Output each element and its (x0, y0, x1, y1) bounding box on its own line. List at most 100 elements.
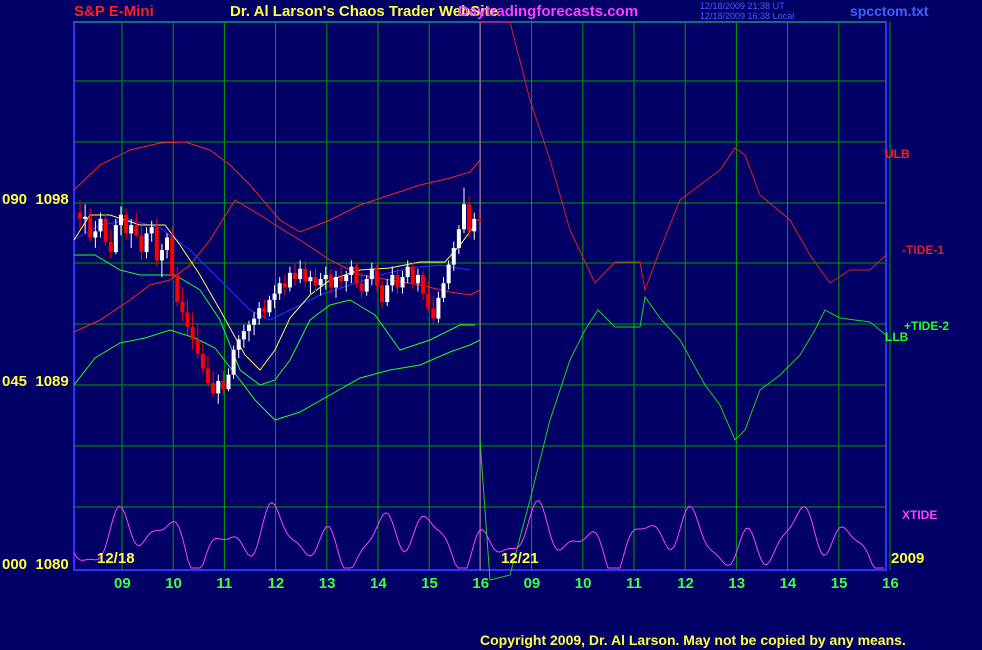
price-bar-body (113, 225, 118, 253)
price-bar-body (328, 274, 333, 288)
series-label-xtide: XTIDE (902, 508, 937, 522)
price-bar-body (211, 383, 216, 394)
price-bar-body (231, 349, 236, 375)
timestamp-local: 12/18/2009 16:38 Local (700, 11, 794, 21)
price-bar-body (451, 247, 456, 265)
x-tick-label: 15 (421, 575, 438, 592)
price-bar-body (272, 293, 277, 300)
y-tick-1080: 000 1080 (2, 556, 69, 573)
price-bar-body (308, 277, 313, 282)
price-bar-body (374, 268, 379, 286)
price-bar-body (236, 339, 241, 350)
price-bar-body (323, 274, 328, 280)
price-bar-body (436, 297, 441, 319)
price-bar-body (246, 324, 251, 332)
price-bar-body (405, 266, 410, 278)
lower-red-band (73, 199, 481, 333)
price-bar-body (241, 331, 246, 340)
price-bar-body (262, 308, 267, 313)
price-bar-body (349, 266, 354, 275)
price-bar-body (400, 277, 405, 288)
date-label-1218: 12/18 (97, 550, 135, 567)
x-tick-label: 09 (524, 575, 541, 592)
price-bar-body (185, 312, 190, 327)
price-bar-body (334, 277, 338, 288)
x-tick-label: 12 (677, 575, 694, 592)
price-bar-body (277, 283, 282, 294)
price-bar-body (472, 218, 477, 232)
y-tick-1098: 090 1098 (2, 191, 69, 208)
price-bar-body (359, 283, 364, 292)
price-bar-body (339, 277, 344, 282)
y-tick-1089: 045 1089 (2, 373, 69, 390)
x-tick-label: 14 (370, 575, 387, 592)
price-bar-body (149, 227, 154, 234)
price-bar-body (318, 279, 323, 286)
price-bar-body (415, 274, 420, 284)
series-label-llb: LLB (885, 330, 909, 344)
price-bar-body (195, 339, 200, 354)
price-bar-body (303, 268, 308, 282)
price-bar-body (252, 318, 257, 325)
price-bar-body (206, 368, 210, 383)
price-bar-body (380, 285, 385, 302)
x-tick-label: 11 (216, 575, 232, 592)
symbol-label: S&P E-Mini (74, 3, 154, 20)
price-bar-body (98, 218, 103, 232)
price-bar-body (139, 235, 144, 253)
price-bar-body (446, 264, 451, 284)
price-bar-body (170, 237, 175, 275)
x-tick-label: 09 (114, 575, 131, 592)
price-bar-body (467, 204, 472, 232)
price-bar-body (385, 285, 390, 302)
x-tick-label: 14 (780, 575, 797, 592)
price-bar-body (287, 272, 292, 288)
tide-1-line (480, 21, 887, 292)
price-bar-body (395, 274, 400, 288)
price-bar-body (118, 214, 123, 226)
website-label: Daytradingforecasts.com (458, 3, 638, 20)
price-bar-body (477, 218, 482, 221)
tide-2-line (479, 295, 887, 581)
price-bar-body (431, 308, 436, 319)
price-bar-body (216, 380, 221, 394)
price-bar-body (421, 274, 426, 294)
chart: S&P E-Mini Dr. Al Larson's Chaos Trader … (2, 1, 949, 648)
x-tick-label: 12 (268, 575, 285, 592)
price-bar-body (200, 353, 205, 369)
timestamp-ut: 12/18/2009 21:38 UT (700, 1, 785, 11)
grid (73, 21, 891, 571)
year-label: 2009 (891, 550, 924, 567)
price-bar-body (221, 380, 226, 390)
ulb-line (73, 141, 481, 233)
price-bar-body (154, 227, 159, 261)
price-bar-body (364, 279, 369, 292)
price-bar-body (441, 283, 446, 298)
price-bar-body (175, 274, 180, 302)
price-bar-body (390, 274, 395, 286)
price-bar-body (298, 268, 303, 280)
price-bar-body (410, 266, 415, 284)
price-bar-body (313, 277, 318, 286)
x-tick-label: 13 (728, 575, 745, 592)
price-bar-body (354, 266, 359, 284)
price-bar-body (344, 274, 349, 282)
filename-label: spcctom.txt (850, 3, 929, 19)
price-bar-body (293, 272, 298, 280)
xtide-line (73, 500, 884, 569)
price-bar-body (144, 233, 149, 253)
x-tick-label: 15 (831, 575, 848, 592)
price-bar-body (78, 212, 82, 219)
price-bar-body (267, 299, 272, 313)
price-bar-body (88, 216, 93, 238)
price-bar-body (134, 225, 139, 236)
x-tick-label: 13 (319, 575, 336, 592)
x-tick-label: 11 (626, 575, 642, 592)
price-bar-body (165, 237, 170, 251)
price-bar-body (426, 293, 431, 309)
x-tick-label: 16 (472, 575, 489, 592)
price-bar-body (226, 374, 231, 390)
x-axis-hour-labels: 09 10 11 12 13 14 15 16 09 10 11 12 13 14 15 16 (114, 575, 899, 592)
series-label-tide1: -TIDE-1 (902, 243, 944, 257)
price-bar-body (159, 250, 164, 261)
